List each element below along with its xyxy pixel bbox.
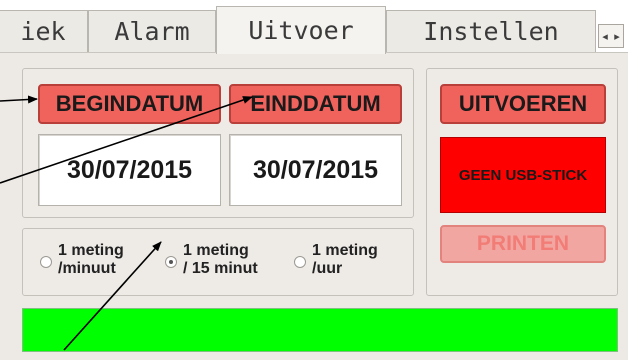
interval-label-line2: /minuut bbox=[58, 260, 116, 277]
interval-label-line1: 1 meting bbox=[183, 242, 249, 259]
interval-option-minuut[interactable]: 1 meting /minuut bbox=[40, 242, 124, 278]
radio-unchecked-icon bbox=[40, 256, 52, 268]
begindatum-button[interactable]: BEGINDATUM bbox=[38, 84, 221, 124]
interval-option-uur[interactable]: 1 meting /uur bbox=[294, 242, 378, 278]
tab-scroll-left-icon[interactable]: ◂ bbox=[599, 30, 611, 43]
tab-scroll-buttons: ◂ ▸ bbox=[598, 24, 624, 48]
radio-checked-icon bbox=[165, 256, 177, 268]
uitvoeren-button[interactable]: UITVOEREN bbox=[440, 84, 606, 124]
end-date-field[interactable]: 30/07/2015 bbox=[229, 134, 402, 206]
tab-grafiek[interactable]: iek bbox=[0, 10, 88, 52]
interval-label-line1: 1 meting bbox=[58, 242, 124, 259]
usb-status-indicator: GEEN USB-STICK bbox=[440, 137, 606, 213]
interval-label-line2: /uur bbox=[312, 260, 343, 277]
status-bar bbox=[22, 308, 618, 352]
einddatum-button[interactable]: EINDDATUM bbox=[229, 84, 402, 124]
tab-uitvoer[interactable]: Uitvoer bbox=[216, 6, 386, 54]
interval-option-15-minuten[interactable]: 1 meting / 15 minut bbox=[165, 242, 267, 278]
interval-label: 1 meting / 15 minut bbox=[183, 242, 267, 278]
printen-button[interactable]: PRINTEN bbox=[440, 225, 606, 263]
radio-unchecked-icon bbox=[294, 256, 306, 268]
tab-scroll-right-icon[interactable]: ▸ bbox=[611, 30, 623, 43]
interval-label-line2: / 15 minut bbox=[183, 260, 258, 277]
interval-label-line1: 1 meting bbox=[312, 242, 378, 259]
begin-date-field[interactable]: 30/07/2015 bbox=[38, 134, 221, 206]
interval-label: 1 meting /uur bbox=[312, 242, 378, 278]
tab-alarm[interactable]: Alarm bbox=[88, 10, 216, 52]
interval-label: 1 meting /minuut bbox=[58, 242, 124, 278]
tab-bar: iek Alarm Uitvoer Instellen ◂ ▸ bbox=[0, 0, 628, 54]
tab-instellen[interactable]: Instellen bbox=[386, 10, 596, 52]
